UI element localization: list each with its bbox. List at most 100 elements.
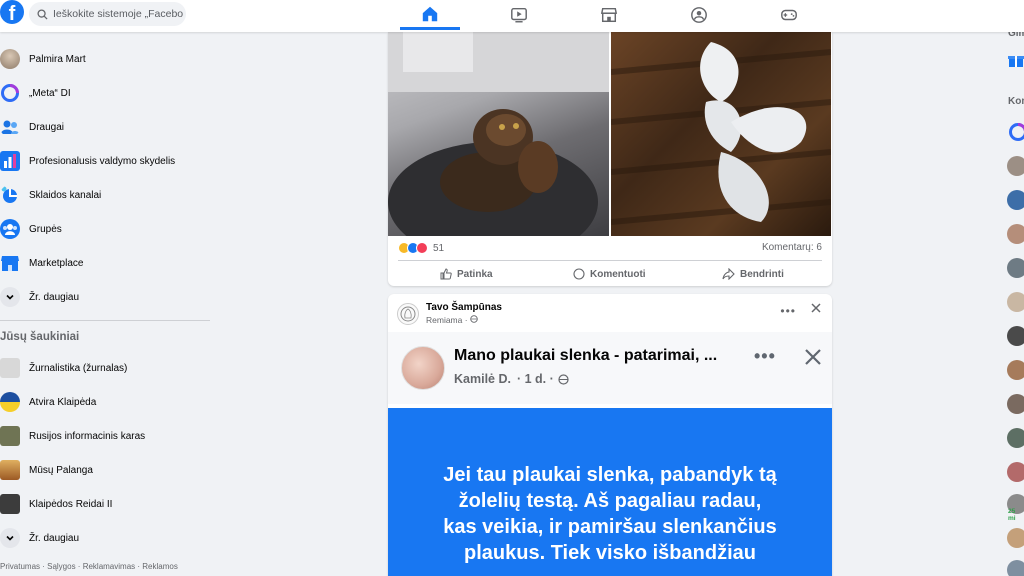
sidebar-item-marketplace[interactable]: Marketplace — [0, 246, 210, 280]
nav-home[interactable] — [400, 0, 460, 30]
sidebar-item-friends[interactable]: Draugai — [0, 110, 210, 144]
contact-avatar[interactable] — [1007, 394, 1024, 414]
sidebar-item-meta-ai[interactable]: „Meta“ DI — [0, 76, 210, 110]
thumbs-up-icon — [440, 268, 452, 280]
nav-gaming[interactable] — [759, 0, 819, 30]
comment-button[interactable]: Komentuoti — [573, 263, 646, 285]
home-icon — [422, 6, 438, 21]
comment-label: Komentuoti — [590, 268, 646, 280]
footer-links[interactable]: Privatumas · Sąlygos · Reklamavimas · Re… — [0, 562, 178, 571]
love-reaction-icon — [416, 242, 428, 254]
share-button[interactable]: Bendrinti — [722, 263, 784, 285]
profile-avatar — [0, 49, 20, 69]
embedded-options-icon: ••• — [754, 346, 776, 366]
gift-icon[interactable] — [1008, 52, 1024, 68]
contact-avatar[interactable] — [1007, 360, 1024, 380]
sponsored-post-card: Tavo Šampūnas Remiama · ••• Mano plaukai… — [388, 294, 832, 576]
post-body-text: Jei tau plaukai slenka, pabandyk tą žole… — [443, 464, 777, 564]
shortcut-item[interactable]: Mūsų Palanga — [0, 453, 210, 487]
search-input[interactable] — [53, 8, 183, 20]
like-button[interactable]: Patinka — [440, 263, 493, 285]
chevron-down-icon — [0, 287, 20, 307]
embedded-close-icon — [804, 348, 822, 369]
shortcut-item[interactable]: Žurnalistika (žurnalas) — [0, 351, 210, 385]
shortcut-thumbnail — [0, 460, 20, 480]
contact-avatar[interactable] — [1007, 258, 1024, 278]
globe-icon — [470, 315, 478, 323]
meta-ai-icon — [0, 83, 20, 103]
contact-avatar[interactable] — [1007, 190, 1024, 210]
sidebar-item-dashboard[interactable]: Profesionalusis valdymo skydelis — [0, 144, 210, 178]
contact-avatar[interactable] — [1007, 292, 1024, 312]
sidebar-item-profile[interactable]: Palmira Mart — [0, 42, 210, 76]
shortcuts-title: Jūsų šaukiniai — [0, 331, 80, 343]
sidebar-item-label: Žr. daugiau — [29, 532, 80, 544]
chevron-down-icon — [0, 528, 20, 548]
embedded-post-title[interactable]: Mano plaukai slenka - patarimai, ... — [454, 347, 717, 365]
contact-avatar[interactable] — [1007, 156, 1024, 176]
sidebar-item-feeds[interactable]: Sklaidos kanalai — [0, 178, 210, 212]
shortcut-item[interactable]: Klaipėdos Reidai II — [0, 487, 210, 521]
sponsored-label: Remiama · — [426, 315, 502, 325]
sidebar-item-label: Profesionalusis valdymo skydelis — [29, 155, 176, 167]
contact-avatar[interactable] — [1007, 560, 1024, 576]
comment-icon — [573, 268, 585, 280]
embedded-author[interactable]: Kamilė D. — [454, 372, 511, 386]
author-avatar[interactable] — [397, 302, 419, 325]
reactions-summary[interactable]: 51 — [398, 242, 444, 254]
shortcut-item[interactable]: Atvira Klaipėda — [0, 385, 210, 419]
store-icon — [600, 7, 618, 23]
sidebar-item-groups[interactable]: Grupės — [0, 212, 210, 246]
dashboard-icon — [0, 151, 20, 171]
contact-avatar[interactable] — [1007, 428, 1024, 448]
active-time-badge: 25 mi — [1008, 508, 1016, 522]
facebook-logo[interactable]: f — [0, 0, 24, 24]
sidebar-item-label: Žr. daugiau — [29, 291, 80, 303]
close-icon — [811, 303, 821, 313]
post-author[interactable]: Tavo Šampūnas — [426, 302, 502, 313]
nav-marketplace[interactable] — [579, 0, 639, 30]
post-photo-cat[interactable] — [388, 32, 609, 262]
embedded-author-avatar[interactable] — [401, 346, 445, 390]
friends-icon — [0, 117, 20, 137]
shortcuts-see-more-button[interactable]: Žr. daugiau — [0, 521, 210, 555]
sidebar-divider — [0, 320, 210, 321]
nav-video[interactable] — [489, 0, 549, 30]
shortcut-label: Mūsų Palanga — [29, 464, 93, 476]
meta-ai-contact-icon[interactable] — [1008, 122, 1024, 145]
comments-count[interactable]: Komentarų: 6 — [762, 242, 822, 253]
hide-post-button[interactable] — [810, 302, 822, 317]
sidebar-item-label: Sklaidos kanalai — [29, 189, 102, 201]
embedded-post-header: Mano plaukai slenka - patarimai, ... Kam… — [388, 332, 832, 404]
groups-icon — [691, 7, 707, 23]
shortcut-thumbnail — [0, 358, 20, 378]
groups-icon — [0, 219, 20, 239]
like-label: Patinka — [457, 268, 493, 280]
contact-avatar[interactable] — [1007, 528, 1024, 548]
globe-icon — [558, 373, 569, 385]
see-more-button[interactable]: Žr. daugiau — [0, 280, 210, 314]
right-sidebar: Gim Kon 25 mi — [1004, 0, 1024, 576]
shortcut-label: Rusijos informacinis karas — [29, 430, 146, 442]
post-photo-tissues[interactable] — [610, 32, 832, 236]
top-navigation-bar: f — [0, 0, 1024, 32]
nav-groups[interactable] — [669, 0, 729, 30]
post-options-icon[interactable]: ••• — [780, 304, 796, 318]
post-header: Tavo Šampūnas Remiama · — [397, 302, 502, 325]
video-icon — [511, 7, 527, 23]
feeds-icon — [0, 185, 20, 205]
marketplace-icon — [0, 253, 20, 273]
shortcut-label: Atvira Klaipėda — [29, 396, 97, 408]
sidebar-item-label: Grupės — [29, 223, 62, 235]
post-card: 51 Komentarų: 6 Patinka Komentuoti Bendr… — [388, 32, 832, 286]
sidebar-item-label: Palmira Mart — [29, 53, 86, 65]
post-image-text[interactable]: Jei tau plaukai slenka, pabandyk tą žole… — [388, 408, 832, 576]
embedded-post-meta: Kamilė D. · 1 d. · — [454, 372, 569, 386]
contact-avatar[interactable] — [1007, 462, 1024, 482]
shortcut-item[interactable]: Rusijos informacinis karas — [0, 419, 210, 453]
contact-avatar[interactable] — [1007, 224, 1024, 244]
search-box[interactable] — [29, 2, 186, 26]
share-icon — [722, 268, 735, 280]
sidebar-item-label: Draugai — [29, 121, 65, 133]
contact-avatar[interactable] — [1007, 326, 1024, 346]
